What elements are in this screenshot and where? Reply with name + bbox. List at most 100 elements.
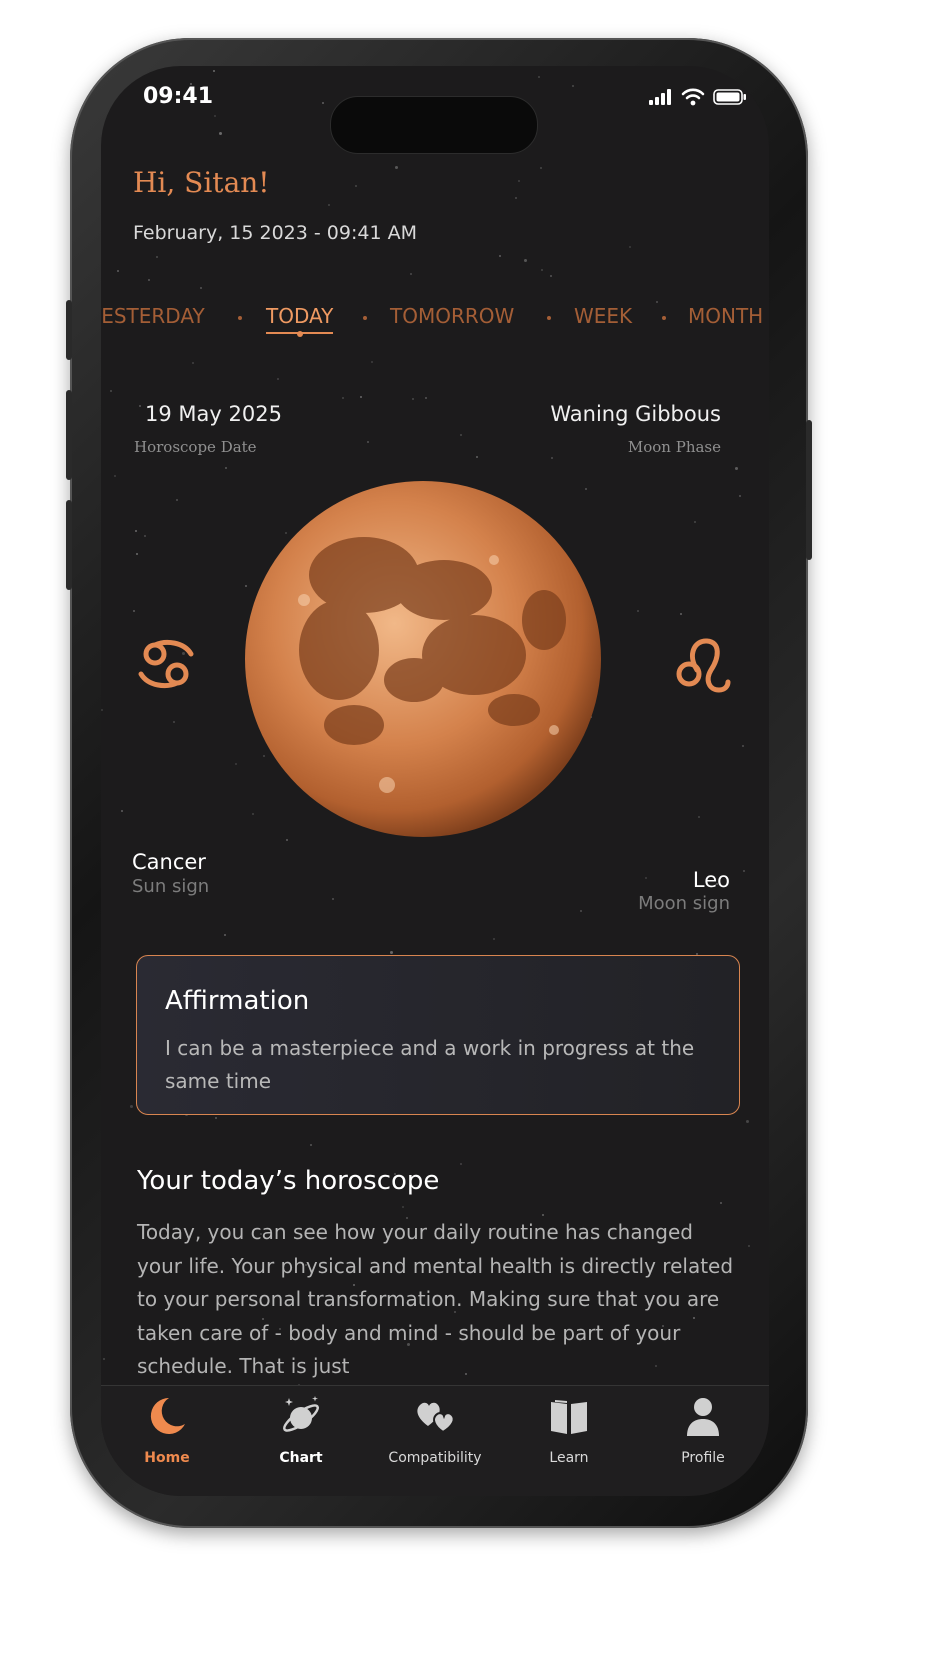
star-dot (551, 457, 553, 459)
phone-power-button (806, 420, 812, 560)
sun-sign-name: Cancer (132, 850, 206, 874)
star-dot (310, 1144, 312, 1146)
cancer-icon (138, 639, 194, 689)
star-dot (342, 397, 344, 399)
horoscope-title: Your today’s horoscope (137, 1166, 440, 1196)
greeting-title: Hi, Sitan! (133, 166, 270, 199)
star-dot (215, 1117, 217, 1119)
star-dot (412, 398, 414, 400)
star-dot (224, 934, 226, 936)
star-dot (743, 870, 745, 872)
bottom-tab-bar: Home Chart Compatibility Learn Profile (101, 1385, 769, 1496)
star-dot (332, 898, 334, 900)
phone-volume-up (66, 390, 72, 480)
star-dot (277, 378, 279, 380)
horoscope-text: Today, you can see how your daily routin… (137, 1220, 734, 1378)
star-dot (493, 938, 495, 940)
star-dot (402, 1206, 404, 1208)
star-dot (739, 495, 741, 497)
star-dot (550, 275, 552, 277)
star-dot (192, 362, 194, 364)
star-dot (135, 530, 137, 532)
star-dot (395, 166, 398, 169)
status-time: 09:41 (143, 84, 214, 109)
nav-learn-label: Learn (549, 1450, 589, 1466)
moon-image (245, 481, 601, 837)
person-icon (687, 1398, 719, 1436)
star-dot (645, 877, 647, 879)
star-dot (580, 910, 582, 912)
star-dot (518, 180, 520, 182)
star-dot (121, 810, 123, 812)
wifi-icon (681, 88, 705, 106)
app-screen: 09:41 Hi, Sitan! February, 15 2023 - 09:… (101, 66, 769, 1496)
star-dot (114, 475, 116, 477)
star-dot (133, 610, 135, 612)
star-dot (144, 535, 146, 537)
tab-separator (662, 316, 666, 320)
moon-sign-label: Moon sign (638, 893, 730, 914)
star-dot (476, 456, 478, 458)
star-dot (425, 397, 427, 399)
tab-week[interactable]: WEEK (574, 304, 632, 328)
star-dot (136, 553, 138, 555)
star-dot (110, 390, 112, 392)
star-dot (367, 441, 369, 443)
affirmation-title: Affirmation (165, 986, 310, 1016)
star-dot (200, 287, 202, 289)
star-dot (156, 256, 158, 258)
tab-month[interactable]: MONTH (688, 304, 763, 328)
star-dot (629, 246, 631, 248)
period-tabs: YESTERDAY TODAY TOMORROW WEEK MONTH (101, 304, 769, 344)
phone-volume-down (66, 500, 72, 590)
star-dot (173, 721, 175, 723)
leo-icon (676, 638, 731, 693)
status-icons (649, 88, 747, 106)
dynamic-island (330, 96, 538, 154)
nav-chart[interactable]: Chart (241, 1394, 361, 1466)
nav-learn[interactable]: Learn (509, 1394, 629, 1466)
battery-icon (713, 89, 746, 105)
moon-sign-name: Leo (692, 868, 730, 892)
star-dot (748, 1245, 750, 1247)
star-dot (117, 270, 119, 272)
nav-compatibility-label: Compatibility (388, 1450, 482, 1466)
moon-phase-value: Waning Gibbous (550, 402, 721, 426)
status-bar: 09:41 (101, 66, 769, 154)
star-dot (328, 204, 330, 206)
star-dot (540, 167, 542, 169)
star-dot (746, 1120, 749, 1123)
star-dot (235, 763, 237, 765)
star-dot (742, 745, 744, 747)
star-dot (103, 1358, 105, 1360)
star-dot (219, 132, 222, 135)
star-dot (720, 1202, 722, 1204)
affirmation-card[interactable]: Affirmation I can be a masterpiece and a… (136, 955, 740, 1115)
horoscope-date-label: Horoscope Date (134, 438, 257, 456)
nav-chart-label: Chart (279, 1450, 323, 1466)
star-dot (698, 816, 700, 818)
planet-icon (283, 1396, 319, 1432)
star-dot (499, 255, 501, 257)
tab-yesterday[interactable]: YESTERDAY (101, 304, 205, 328)
star-dot (515, 197, 517, 199)
moon-phase-label: Moon Phase (627, 438, 721, 456)
horoscope-date-value: 19 May 2025 (145, 402, 282, 426)
star-dot (694, 521, 696, 523)
tab-tomorrow[interactable]: TOMORROW (390, 304, 514, 328)
star-dot (176, 499, 178, 501)
hearts-icon (417, 1402, 455, 1434)
nav-home[interactable]: Home (107, 1394, 227, 1466)
star-dot (410, 273, 412, 275)
nav-home-label: Home (144, 1450, 190, 1466)
star-dot (371, 361, 373, 363)
star-dot (130, 1105, 133, 1108)
nav-compatibility[interactable]: Compatibility (375, 1394, 495, 1466)
nav-profile[interactable]: Profile (643, 1394, 763, 1466)
tab-today[interactable]: TODAY (266, 304, 334, 337)
star-dot (286, 839, 288, 841)
tab-separator (238, 316, 242, 320)
star-dot (460, 1163, 462, 1165)
star-dot (460, 434, 462, 436)
star-dot (360, 396, 362, 398)
